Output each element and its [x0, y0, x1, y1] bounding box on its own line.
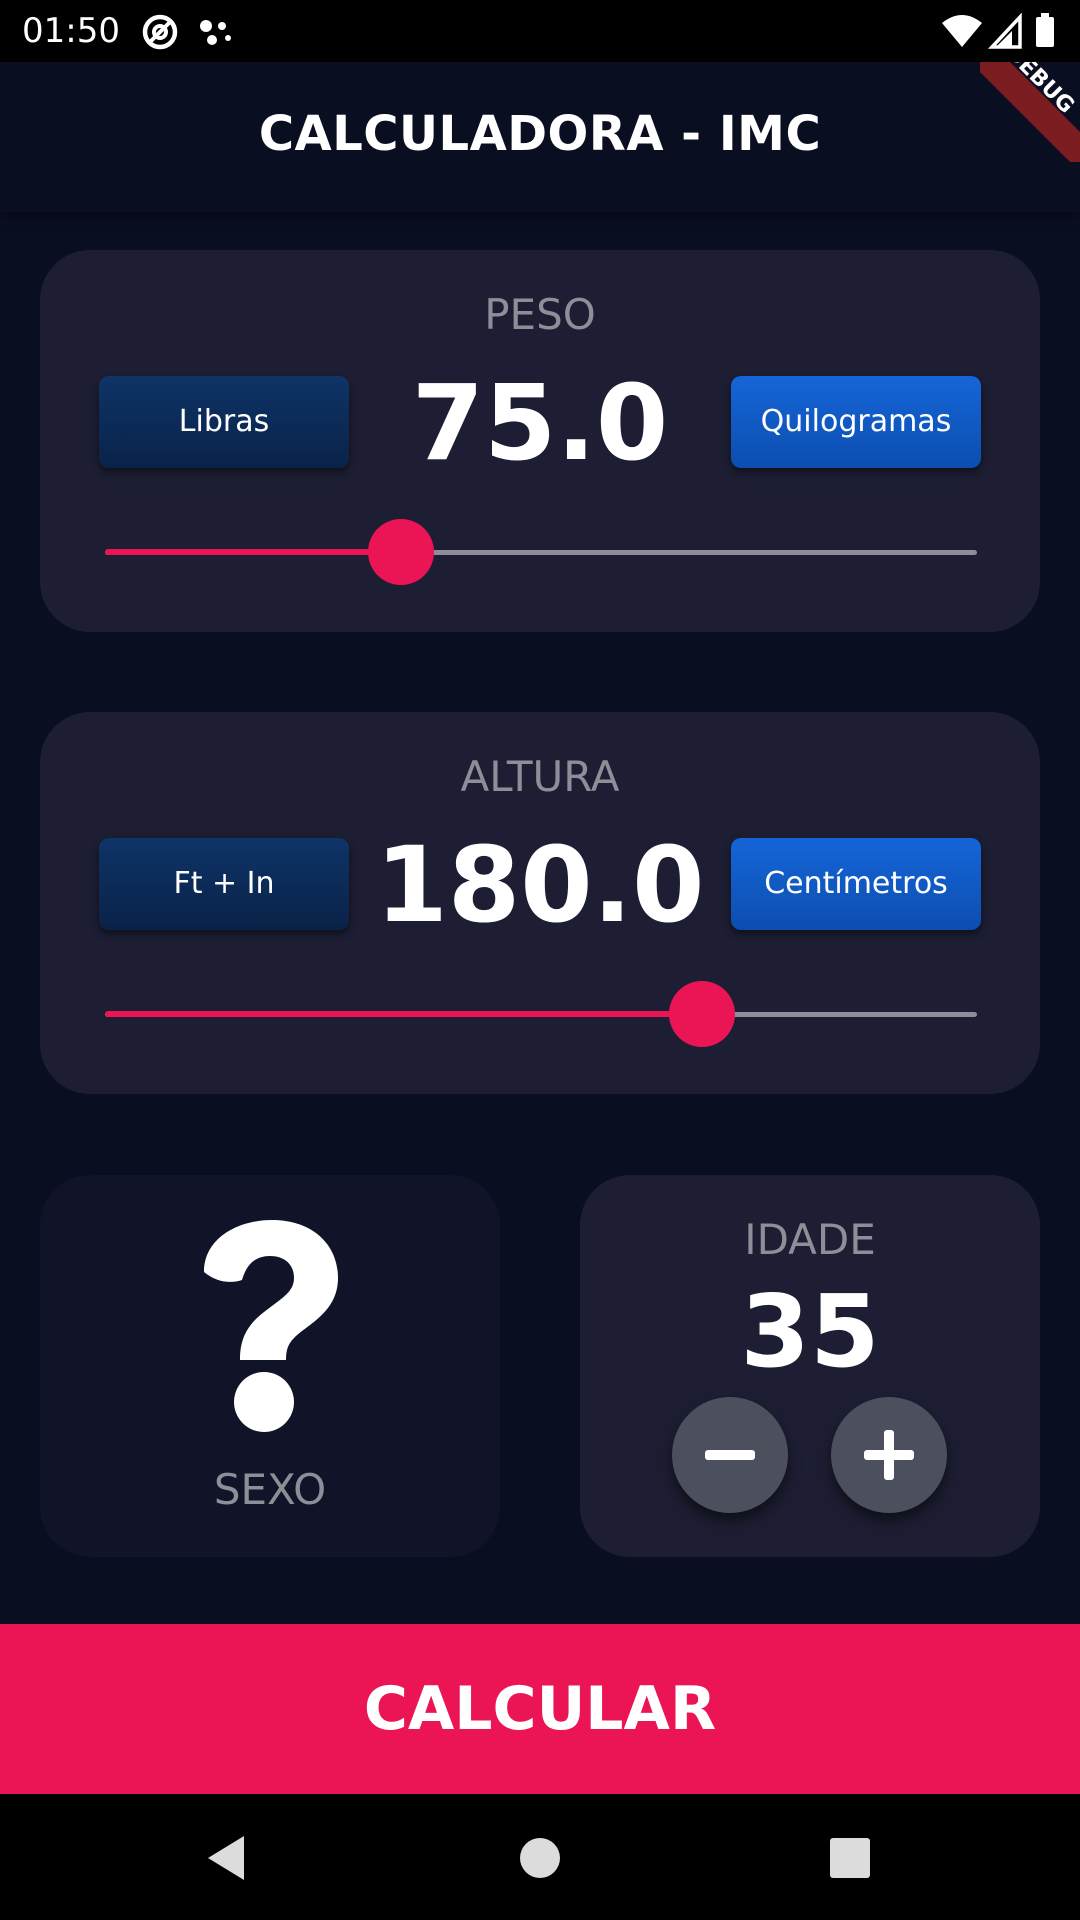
- centimetros-button[interactable]: Centímetros: [731, 838, 981, 930]
- idade-label: IDADE: [744, 1215, 876, 1264]
- app-bar: CALCULADORA - IMC: [0, 62, 1080, 212]
- altura-label: ALTURA: [460, 752, 620, 801]
- status-notification-icons: [142, 14, 231, 50]
- wifi-icon: [942, 15, 982, 47]
- status-system-icons: [942, 13, 1054, 49]
- question-mark-icon: [204, 1220, 338, 1432]
- altura-slider-active-track: [105, 1011, 702, 1017]
- idade-value: 35: [740, 1273, 880, 1390]
- debug-banner: DEBUG: [980, 62, 1080, 162]
- calcular-label: CALCULAR: [363, 1674, 717, 1744]
- sexo-label: SEXO: [213, 1465, 327, 1514]
- calcular-button[interactable]: CALCULAR: [0, 1624, 1080, 1794]
- peso-label: PESO: [484, 290, 596, 339]
- screen: 01:50 CALCULADORA - IMC DEBUG PESO Libra…: [0, 0, 1080, 1920]
- idade-card: IDADE 35: [580, 1175, 1040, 1557]
- signal-icon: [987, 13, 1022, 49]
- altura-slider[interactable]: [105, 979, 977, 1049]
- page-title: CALCULADORA - IMC: [258, 106, 822, 162]
- status-bar: 01:50: [0, 0, 1080, 62]
- home-icon[interactable]: [510, 1828, 570, 1888]
- peso-slider-thumb[interactable]: [368, 519, 434, 585]
- decrement-age-button[interactable]: [672, 1397, 788, 1513]
- battery-icon: [1036, 13, 1054, 47]
- altura-slider-thumb[interactable]: [669, 981, 735, 1047]
- status-time: 01:50: [22, 11, 120, 51]
- sexo-card[interactable]: SEXO: [40, 1175, 500, 1557]
- back-icon[interactable]: [200, 1828, 260, 1888]
- navigation-bar: [0, 1794, 1080, 1920]
- quilogramas-button[interactable]: Quilogramas: [731, 376, 981, 468]
- minus-icon: [705, 1450, 755, 1460]
- dots-icon: [200, 20, 231, 45]
- peso-slider-active-track: [105, 549, 401, 555]
- increment-age-button[interactable]: [831, 1397, 947, 1513]
- plus-icon: [864, 1430, 914, 1480]
- recents-icon[interactable]: [820, 1828, 880, 1888]
- at-sign-icon: [142, 14, 178, 50]
- peso-slider[interactable]: [105, 517, 977, 587]
